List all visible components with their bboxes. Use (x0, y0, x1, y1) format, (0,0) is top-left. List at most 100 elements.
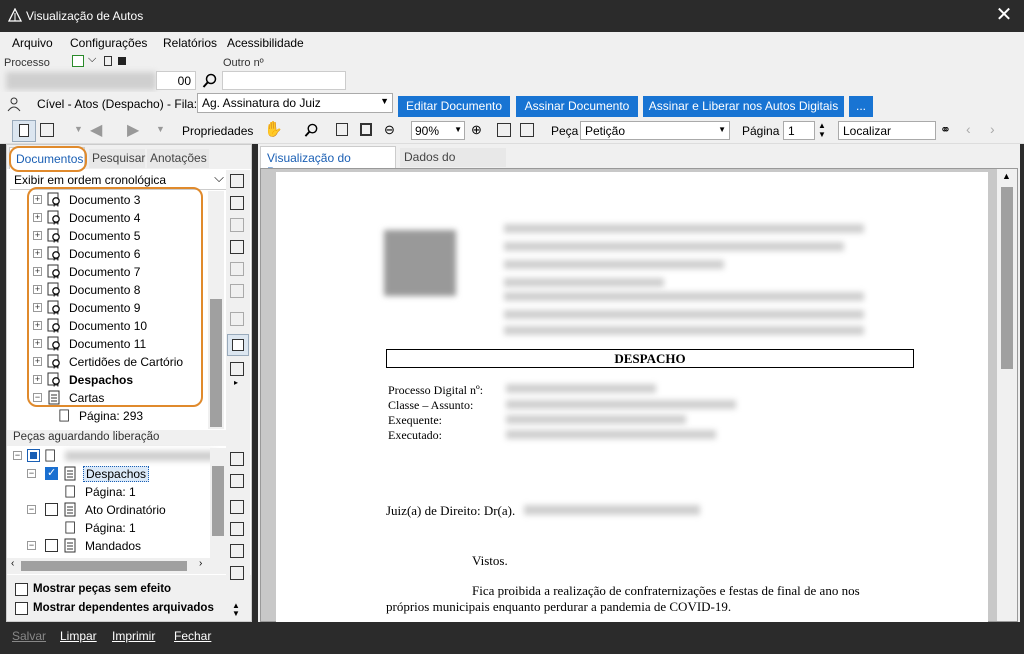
copy-icon[interactable] (230, 284, 244, 298)
pagina-input[interactable]: 1 (783, 121, 815, 140)
queue-select[interactable]: Ag. Assinatura do Juiz ▼ (197, 93, 393, 113)
tab-visualizacao[interactable]: Visualização do Processo (260, 146, 396, 179)
pending-item-label: Despachos (83, 466, 150, 482)
scroll-left-icon[interactable]: ‹ (11, 558, 14, 569)
fit-width-icon[interactable] (336, 123, 348, 136)
page-icon (59, 408, 73, 423)
imprimir-button[interactable]: Imprimir (112, 629, 155, 643)
menu-relatorios[interactable]: Relatórios (163, 36, 217, 50)
zoom-out-icon[interactable]: ⊖ (384, 122, 395, 138)
dropdown-arrow-icon: ▼ (454, 125, 462, 134)
root-checkbox[interactable] (27, 449, 40, 462)
zoom-select[interactable]: 90% ▼ (411, 121, 465, 140)
list-icon[interactable] (230, 196, 244, 210)
viewer-scroll-thumb[interactable] (1001, 187, 1013, 369)
settings-list-icon[interactable] (230, 362, 244, 376)
pending-scrollbar[interactable] (210, 448, 226, 558)
note-button[interactable] (227, 334, 249, 356)
show-no-effect-checkbox[interactable] (15, 583, 28, 596)
new-process-icon[interactable] (72, 55, 84, 67)
zoom-icon[interactable] (304, 123, 319, 138)
peca-select[interactable]: Petição ▼ (580, 121, 730, 140)
sign-icon[interactable] (230, 544, 244, 558)
layout-icon[interactable] (40, 123, 54, 137)
show-archived-checkbox[interactable] (15, 602, 28, 615)
sort-icon[interactable]: ▲ ▼ (232, 602, 240, 618)
page-icon (19, 124, 29, 137)
viewer-scrollbar[interactable]: ▲ (997, 169, 1017, 621)
menu-configuracoes[interactable]: Configurações (70, 36, 147, 50)
pending-hscrollbar[interactable]: ‹ › (7, 558, 226, 574)
edit-icon[interactable] (230, 312, 244, 326)
pending-root[interactable]: − (13, 447, 215, 465)
copy-icon[interactable] (230, 566, 244, 580)
collapse-toggle-icon[interactable]: − (27, 505, 36, 514)
page-spinner[interactable]: ▲ ▼ (818, 121, 826, 139)
add-document-icon[interactable] (230, 452, 244, 466)
tab-pesquisar[interactable]: Pesquisar (89, 149, 145, 168)
rotate-left-icon[interactable] (497, 123, 511, 137)
collapse-toggle-icon[interactable]: − (13, 451, 22, 460)
chevron-down-icon: ⌵ (214, 170, 224, 185)
sign-icon[interactable] (230, 262, 244, 276)
hand-icon[interactable]: ✋ (264, 120, 283, 138)
peca-value: Petição (585, 124, 626, 138)
pending-hscroll-thumb[interactable] (21, 561, 187, 571)
pending-item[interactable]: − ✓ Despachos (27, 465, 227, 483)
document-icon[interactable] (104, 56, 112, 66)
search-icon[interactable] (202, 73, 218, 89)
next-result-icon[interactable]: › (990, 121, 995, 137)
stop-icon[interactable] (118, 57, 126, 65)
expand-arrow-icon[interactable]: ▸ (234, 378, 238, 387)
queue-text: Cível - Atos (Despacho) - Fila: (37, 97, 198, 111)
paragraph-line2: próprios municipais enquanto perdurar a … (386, 599, 732, 614)
rotate-right-icon[interactable] (520, 123, 534, 137)
pending-checkbox[interactable] (45, 539, 58, 552)
processo-input-blurred[interactable] (6, 72, 156, 90)
propriedades-button[interactable]: Propriedades (182, 124, 253, 138)
binoculars-icon[interactable]: ⚭ (940, 122, 951, 138)
certificate-icon[interactable] (230, 474, 244, 488)
tab-anotacoes[interactable]: Anotações (147, 149, 209, 168)
outro-input[interactable] (222, 71, 346, 90)
dropdown-icon[interactable]: ▼ (156, 124, 165, 134)
fechar-button[interactable]: Fechar (174, 629, 211, 643)
pending-item[interactable]: − Ato Ordinatório (27, 501, 227, 519)
tree-icon[interactable] (230, 174, 244, 188)
assinar-documento-button[interactable]: Assinar Documento (516, 96, 638, 117)
chevron-down-icon[interactable]: ⌵ (88, 53, 96, 66)
fit-page-icon[interactable] (360, 123, 372, 136)
pending-checkbox[interactable] (45, 503, 58, 516)
page-view-button[interactable] (12, 120, 36, 142)
pending-scroll-thumb[interactable] (212, 466, 224, 536)
note-icon (232, 339, 244, 351)
limpar-button[interactable]: Limpar (60, 629, 97, 643)
salvar-button[interactable]: Salvar (12, 629, 46, 643)
dropdown-icon[interactable]: ▼ (74, 124, 83, 134)
remove-icon[interactable] (230, 522, 244, 536)
localizar-input[interactable]: Localizar (838, 121, 936, 140)
scroll-right-icon[interactable]: › (199, 558, 202, 569)
scroll-up-icon[interactable]: ▲ (1002, 171, 1011, 181)
prev-result-icon[interactable]: ‹ (966, 121, 971, 137)
assinar-liberar-button[interactable]: Assinar e Liberar nos Autos Digitais (643, 96, 844, 117)
tree-scroll-thumb[interactable] (210, 299, 222, 427)
certificate-icon[interactable] (230, 218, 244, 232)
more-button[interactable]: ... (849, 96, 873, 117)
menu-arquivo[interactable]: Arquivo (12, 36, 53, 50)
zoom-in-icon[interactable]: ⊕ (471, 122, 482, 138)
trash-icon[interactable] (230, 500, 244, 514)
pending-item[interactable]: − Mandados (27, 537, 227, 555)
tab-dados[interactable]: Dados do processo (400, 148, 506, 178)
remove-icon[interactable] (230, 240, 244, 254)
pending-checkbox[interactable]: ✓ (45, 467, 58, 480)
back-arrow-icon[interactable]: ◀ (90, 120, 102, 140)
processo-input[interactable]: 00 (156, 71, 196, 90)
collapse-toggle-icon[interactable]: − (27, 541, 36, 550)
close-button[interactable]: ✕ (992, 4, 1016, 28)
editar-documento-button[interactable]: Editar Documento (398, 96, 510, 117)
forward-arrow-icon[interactable]: ▶ (127, 120, 139, 140)
collapse-toggle-icon[interactable]: − (27, 469, 36, 478)
tree-scrollbar[interactable] (208, 191, 224, 429)
menu-acessibilidade[interactable]: Acessibilidade (227, 36, 304, 50)
